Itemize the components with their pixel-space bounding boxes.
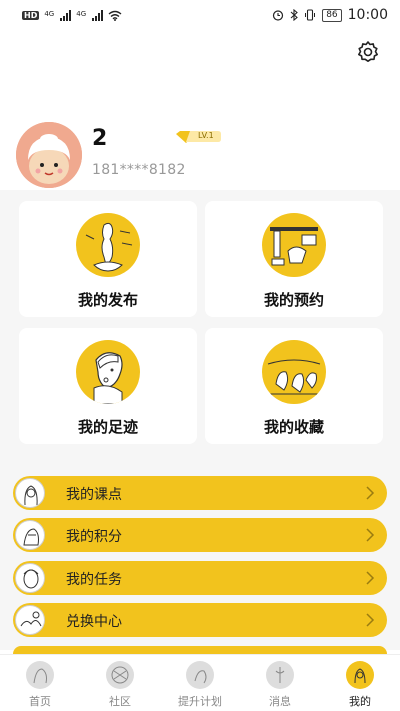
- menu-label: 我的任务: [66, 572, 122, 588]
- signal-icon-2: [92, 9, 104, 21]
- home-tab-icon: [26, 661, 54, 689]
- community-tab-icon: [106, 661, 134, 689]
- status-right: 86 10:00: [272, 7, 388, 23]
- menu-item-partial[interactable]: [13, 646, 387, 654]
- sketch-figure-icon: [15, 520, 45, 550]
- gear-icon: [358, 41, 378, 62]
- avatar-icon: [16, 122, 82, 188]
- calendar-illustration-icon: [262, 213, 326, 277]
- tab-label: 提升计划: [178, 695, 222, 708]
- menu-item-exchange-center[interactable]: 兑换中心: [13, 603, 387, 637]
- settings-button[interactable]: [356, 40, 380, 64]
- phone-number: 181****8182: [92, 162, 186, 178]
- tab-community[interactable]: 社区: [80, 655, 160, 711]
- signal-icon: [60, 9, 72, 21]
- alarm-icon: [273, 10, 284, 21]
- chevron-right-icon: [366, 486, 375, 500]
- hd-badge: HD: [22, 10, 40, 20]
- card-my-bookings[interactable]: 我的预约: [205, 201, 383, 317]
- status-time: 10:00: [347, 7, 388, 23]
- chevron-right-icon: [366, 528, 375, 542]
- profile-header: 2 LV.1 181****8182: [16, 122, 386, 188]
- bottom-tab-bar: 首页 社区 提升计划 消息 我的: [0, 654, 400, 711]
- sketch-face-icon: [15, 563, 45, 593]
- card-my-posts[interactable]: 我的发布: [19, 201, 197, 317]
- wifi-icon: [108, 10, 122, 21]
- card-label: 我的预约: [263, 291, 324, 309]
- menu-label: 我的课点: [66, 487, 122, 503]
- battery-indicator: 86: [322, 8, 342, 22]
- tab-label: 我的: [349, 695, 371, 708]
- bluetooth-icon: [290, 9, 299, 21]
- sketch-portrait-icon: [15, 478, 45, 508]
- level-badge: LV.1: [176, 128, 222, 144]
- username: 2: [92, 126, 108, 151]
- tab-label: 首页: [29, 695, 51, 708]
- tab-messages[interactable]: 消息: [240, 655, 320, 711]
- menu-item-tasks[interactable]: 我的任务: [13, 561, 387, 595]
- menu-label: 兑换中心: [66, 614, 122, 630]
- chevron-right-icon: [366, 571, 375, 585]
- tab-label: 消息: [269, 695, 291, 708]
- avatar[interactable]: [16, 122, 82, 188]
- network-label: 4G: [44, 9, 55, 18]
- card-label: 我的足迹: [77, 418, 138, 436]
- level-text: LV.1: [198, 131, 214, 140]
- tab-label: 社区: [109, 695, 131, 708]
- vibrate-icon: [305, 9, 316, 21]
- card-my-footprints[interactable]: 我的足迹: [19, 328, 197, 444]
- menu-label: 我的积分: [66, 529, 122, 545]
- messages-tab-icon: [266, 661, 294, 689]
- plan-tab-icon: [186, 661, 214, 689]
- menu-item-course-points[interactable]: 我的课点: [13, 476, 387, 510]
- status-left: HD 4G 4G: [22, 9, 122, 21]
- chevron-right-icon: [366, 613, 375, 627]
- status-bar: HD 4G 4G 86 10:00: [0, 0, 400, 30]
- card-label: 我的发布: [77, 291, 138, 309]
- gleaners-illustration-icon: [262, 340, 326, 404]
- tab-improvement-plan[interactable]: 提升计划: [160, 655, 240, 711]
- sketch-scene-icon: [15, 605, 45, 635]
- tab-mine[interactable]: 我的: [320, 655, 400, 711]
- card-label: 我的收藏: [263, 418, 324, 436]
- pearl-earring-illustration-icon: [76, 340, 140, 404]
- card-my-favorites[interactable]: 我的收藏: [205, 328, 383, 444]
- venus-illustration-icon: [76, 213, 140, 277]
- mine-tab-icon: [346, 661, 374, 689]
- menu-item-points[interactable]: 我的积分: [13, 518, 387, 552]
- tab-home[interactable]: 首页: [0, 655, 80, 711]
- network-label-2: 4G: [76, 9, 87, 18]
